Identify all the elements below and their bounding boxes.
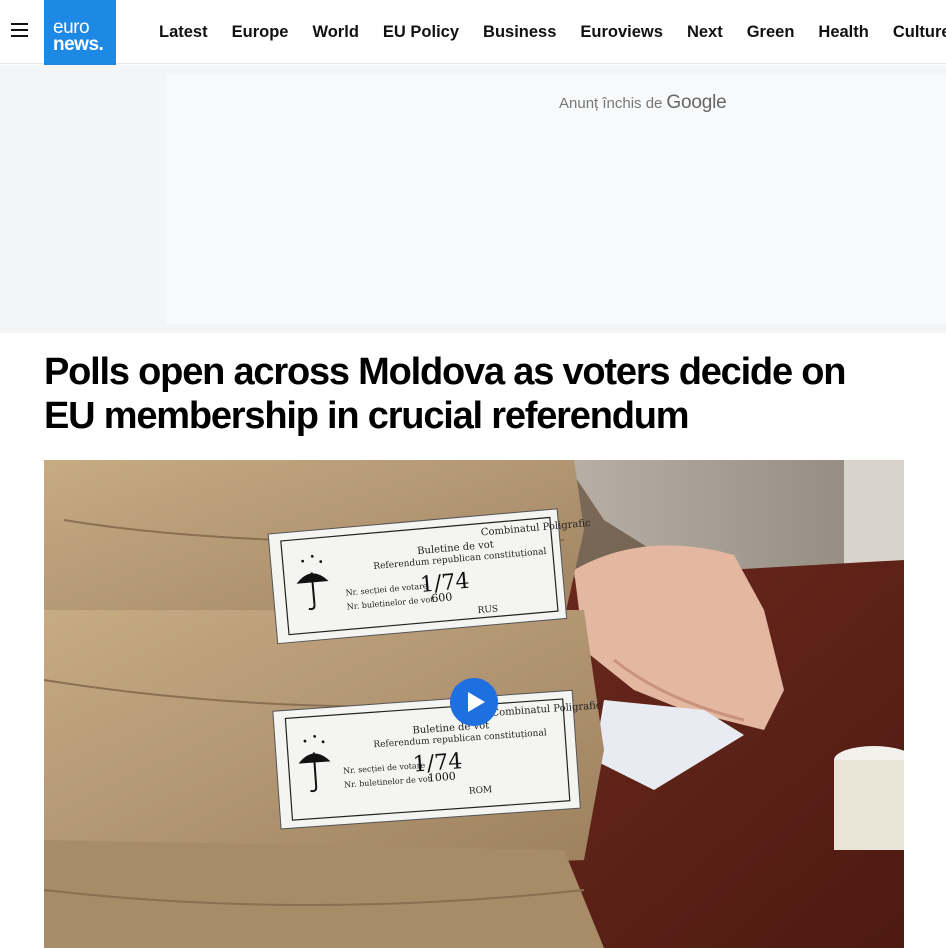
nav-item-business[interactable]: Business [483, 23, 556, 42]
ad-banner-area: Anunț închis de Google [0, 65, 946, 333]
nav-item-eu-policy[interactable]: EU Policy [383, 23, 459, 42]
ad-closed-notice: Anunț închis de Google [559, 92, 727, 114]
label2-ballots-value: 1000 [427, 770, 456, 785]
ad-closed-text: Anunț închis de [559, 95, 663, 112]
article-headline: Polls open across Moldova as voters deci… [44, 351, 846, 437]
site-header: euro news. Latest Europe World EU Policy… [0, 0, 946, 72]
article-video-player[interactable]: Combinatul Poligrafic Buletine de vot Re… [44, 460, 904, 948]
ballot-label-2: Combinatul Poligrafic Buletine de vot Re… [272, 689, 602, 830]
main-nav: Latest Europe World EU Policy Business E… [159, 0, 946, 64]
nav-item-euroviews[interactable]: Euroviews [580, 23, 663, 42]
hamburger-menu-icon[interactable] [11, 23, 29, 39]
label1-ballots-value: 600 [431, 590, 453, 605]
play-button[interactable] [450, 678, 498, 726]
nav-item-health[interactable]: Health [818, 23, 868, 42]
logo-line-2: news. [53, 33, 104, 55]
google-wordmark: Google [666, 92, 727, 113]
nav-item-culture[interactable]: Culture [893, 23, 946, 42]
ad-slot: Anunț închis de Google [166, 74, 946, 324]
play-icon [468, 692, 485, 712]
nav-item-europe[interactable]: Europe [232, 23, 289, 42]
label1-lang: RUS [477, 604, 498, 616]
nav-item-next[interactable]: Next [687, 23, 723, 42]
nav-item-green[interactable]: Green [747, 23, 795, 42]
logo-line-1: euro [53, 16, 90, 38]
label2-lang: ROM [469, 785, 493, 797]
euronews-logo[interactable]: euro news. [44, 0, 116, 72]
nav-item-latest[interactable]: Latest [159, 23, 208, 42]
nav-item-world[interactable]: World [312, 23, 358, 42]
